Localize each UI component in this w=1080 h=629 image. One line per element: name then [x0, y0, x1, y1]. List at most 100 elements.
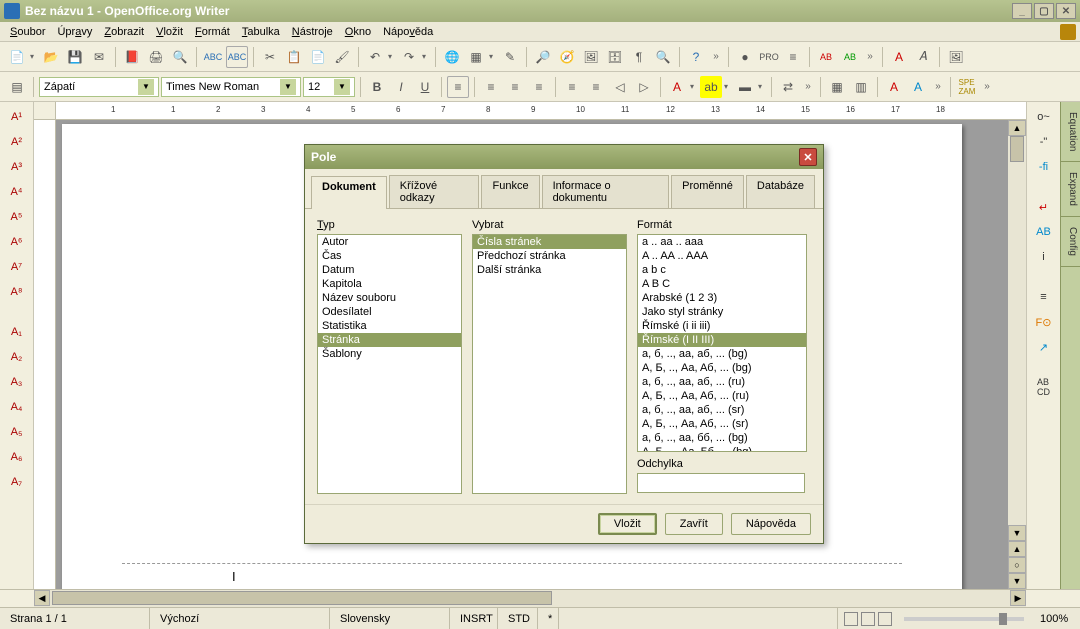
rt-btn-10[interactable]: ABCD: [1033, 376, 1055, 398]
list-item[interactable]: Datum: [318, 263, 461, 277]
rt-btn-4[interactable]: ↵: [1033, 196, 1055, 218]
redo-button[interactable]: ↷: [398, 46, 420, 68]
highlight-button[interactable]: ab: [700, 76, 722, 98]
toolbar-overflow-1[interactable]: »: [709, 51, 723, 62]
dialog-close-button[interactable]: ✕: [799, 148, 817, 166]
new-doc-button[interactable]: 📄: [6, 46, 28, 68]
align-center-button[interactable]: ≡: [480, 76, 502, 98]
list-item[interactable]: Římské (i ii iii): [638, 319, 806, 333]
sidebar-tab-config[interactable]: Config: [1061, 217, 1080, 267]
scroll-thumb[interactable]: [1010, 136, 1024, 162]
style-a6-button[interactable]: A⁶: [6, 231, 28, 253]
odchylka-input[interactable]: [637, 473, 805, 493]
list-item[interactable]: Statistika: [318, 319, 461, 333]
scroll-down-button[interactable]: ▼: [1008, 525, 1026, 541]
style-b7-button[interactable]: A₇: [6, 471, 28, 493]
help-dialog-button[interactable]: Nápověda: [731, 513, 811, 535]
list-item[interactable]: a, б, .., aa, aб, ... (sr): [638, 403, 806, 417]
view-single-page-button[interactable]: [844, 612, 858, 626]
save-button[interactable]: 💾: [64, 46, 86, 68]
status-insert[interactable]: INSRT: [450, 608, 498, 629]
list-item[interactable]: Stránka: [318, 333, 461, 347]
vybrat-listbox[interactable]: Čísla stránekPředchozí stránkaDalší strá…: [472, 234, 627, 494]
line-spacing-button[interactable]: ≡: [782, 46, 804, 68]
sidebar-tab-equation[interactable]: Equation: [1061, 102, 1080, 162]
align-right-button[interactable]: ≡: [504, 76, 526, 98]
rt-btn-9[interactable]: ↗: [1033, 336, 1055, 358]
nav-button[interactable]: ○: [1008, 557, 1026, 573]
special-char-button[interactable]: SPEZAM: [956, 76, 978, 98]
ab-green-button[interactable]: AB: [839, 46, 861, 68]
list-item[interactable]: Název souboru: [318, 291, 461, 305]
style-a7-button[interactable]: A⁷: [6, 256, 28, 278]
zoom-button[interactable]: 🔍: [652, 46, 674, 68]
view-book-button[interactable]: [878, 612, 892, 626]
italic-button[interactable]: I: [390, 76, 412, 98]
list-item[interactable]: Jako styl stránky: [638, 305, 806, 319]
list-item[interactable]: A, Б, .., Aa, Aб, ... (bg): [638, 361, 806, 375]
style-b1-button[interactable]: A₁: [6, 321, 28, 343]
font-color-aa-button[interactable]: A: [888, 46, 910, 68]
ab-red-button[interactable]: AB: [815, 46, 837, 68]
decrease-indent-button[interactable]: ◁: [609, 76, 631, 98]
status-std[interactable]: STD: [498, 608, 538, 629]
datasources-button[interactable]: 🗄: [604, 46, 626, 68]
close-window-button[interactable]: ✕: [1056, 3, 1076, 19]
scroll-up-button[interactable]: ▲: [1008, 120, 1026, 136]
bold-button[interactable]: B: [366, 76, 388, 98]
list-item[interactable]: a .. aa .. aaa: [638, 235, 806, 249]
format-paintbrush-button[interactable]: 🖌: [331, 46, 353, 68]
list-item[interactable]: A B C: [638, 277, 806, 291]
cut-button[interactable]: ✂: [259, 46, 281, 68]
list-item[interactable]: A, Б, .., Aa, Aб, ... (sr): [638, 417, 806, 431]
background-color-button[interactable]: ▬: [734, 76, 756, 98]
format-overflow-2[interactable]: »: [931, 81, 945, 92]
tab-informace[interactable]: Informace o dokumentu: [542, 175, 670, 208]
view-multi-page-button[interactable]: [861, 612, 875, 626]
menu-format[interactable]: Formát: [189, 24, 236, 40]
superscript-color-button[interactable]: A: [883, 76, 905, 98]
navigator-button[interactable]: 🧭: [556, 46, 578, 68]
vertical-ruler[interactable]: [34, 120, 56, 589]
list-item[interactable]: a, б, .., aa, бб, ... (bg): [638, 431, 806, 445]
menu-upravy[interactable]: Úpravy: [51, 24, 98, 40]
tab-funkce[interactable]: Funkce: [481, 175, 539, 208]
list-item[interactable]: Kapitola: [318, 277, 461, 291]
draw-button[interactable]: ✎: [499, 46, 521, 68]
menu-tabulka[interactable]: Tabulka: [236, 24, 286, 40]
format-listbox[interactable]: a .. aa .. aaaA .. AA .. AAAa b cA B CAr…: [637, 234, 807, 452]
next-page-button[interactable]: ▼: [1008, 573, 1026, 589]
hscroll-thumb[interactable]: [52, 591, 552, 605]
style-a1-button[interactable]: A¹: [6, 106, 28, 128]
print-button[interactable]: 🖨: [145, 46, 167, 68]
menu-nastroje[interactable]: Nástroje: [286, 24, 339, 40]
macro-button[interactable]: PRO: [758, 46, 780, 68]
tab-databaze[interactable]: Databáze: [746, 175, 815, 208]
font-name-combo[interactable]: Times New Roman ▼: [161, 77, 301, 97]
align-left-button[interactable]: ≡: [447, 76, 469, 98]
toolbar-overflow-2[interactable]: »: [863, 51, 877, 62]
image-button[interactable]: 🖼: [945, 46, 967, 68]
rt-btn-1[interactable]: o~: [1033, 106, 1055, 128]
list-item[interactable]: Autor: [318, 235, 461, 249]
font-color-button[interactable]: A: [666, 76, 688, 98]
hyperlink-button[interactable]: 🌐: [441, 46, 463, 68]
list-item[interactable]: a b c: [638, 263, 806, 277]
find-button[interactable]: 🔎: [532, 46, 554, 68]
numbering-button[interactable]: ≡: [561, 76, 583, 98]
close-button[interactable]: Zavřít: [665, 513, 723, 535]
paragraph-style-combo[interactable]: Zápatí ▼: [39, 77, 159, 97]
horizontal-scrollbar[interactable]: ◀ ▶: [0, 589, 1080, 607]
horizontal-ruler[interactable]: 1 1 2 3 4 5 6 7 8 9 10 11 12 13 14 15 16…: [34, 102, 1026, 120]
style-b3-button[interactable]: A₃: [6, 371, 28, 393]
print-preview-button[interactable]: 🔍: [169, 46, 191, 68]
list-item[interactable]: Odesílatel: [318, 305, 461, 319]
style-b2-button[interactable]: A₂: [6, 346, 28, 368]
rt-btn-5[interactable]: AB: [1033, 221, 1055, 243]
list-item[interactable]: a, б, .., aa, aб, ... (bg): [638, 347, 806, 361]
rt-btn-3[interactable]: -fi: [1033, 156, 1055, 178]
prev-page-button[interactable]: ▲: [1008, 541, 1026, 557]
undo-button[interactable]: ↶: [364, 46, 386, 68]
styles-window-button[interactable]: ▤: [6, 76, 28, 98]
menu-okno[interactable]: Okno: [339, 24, 377, 40]
